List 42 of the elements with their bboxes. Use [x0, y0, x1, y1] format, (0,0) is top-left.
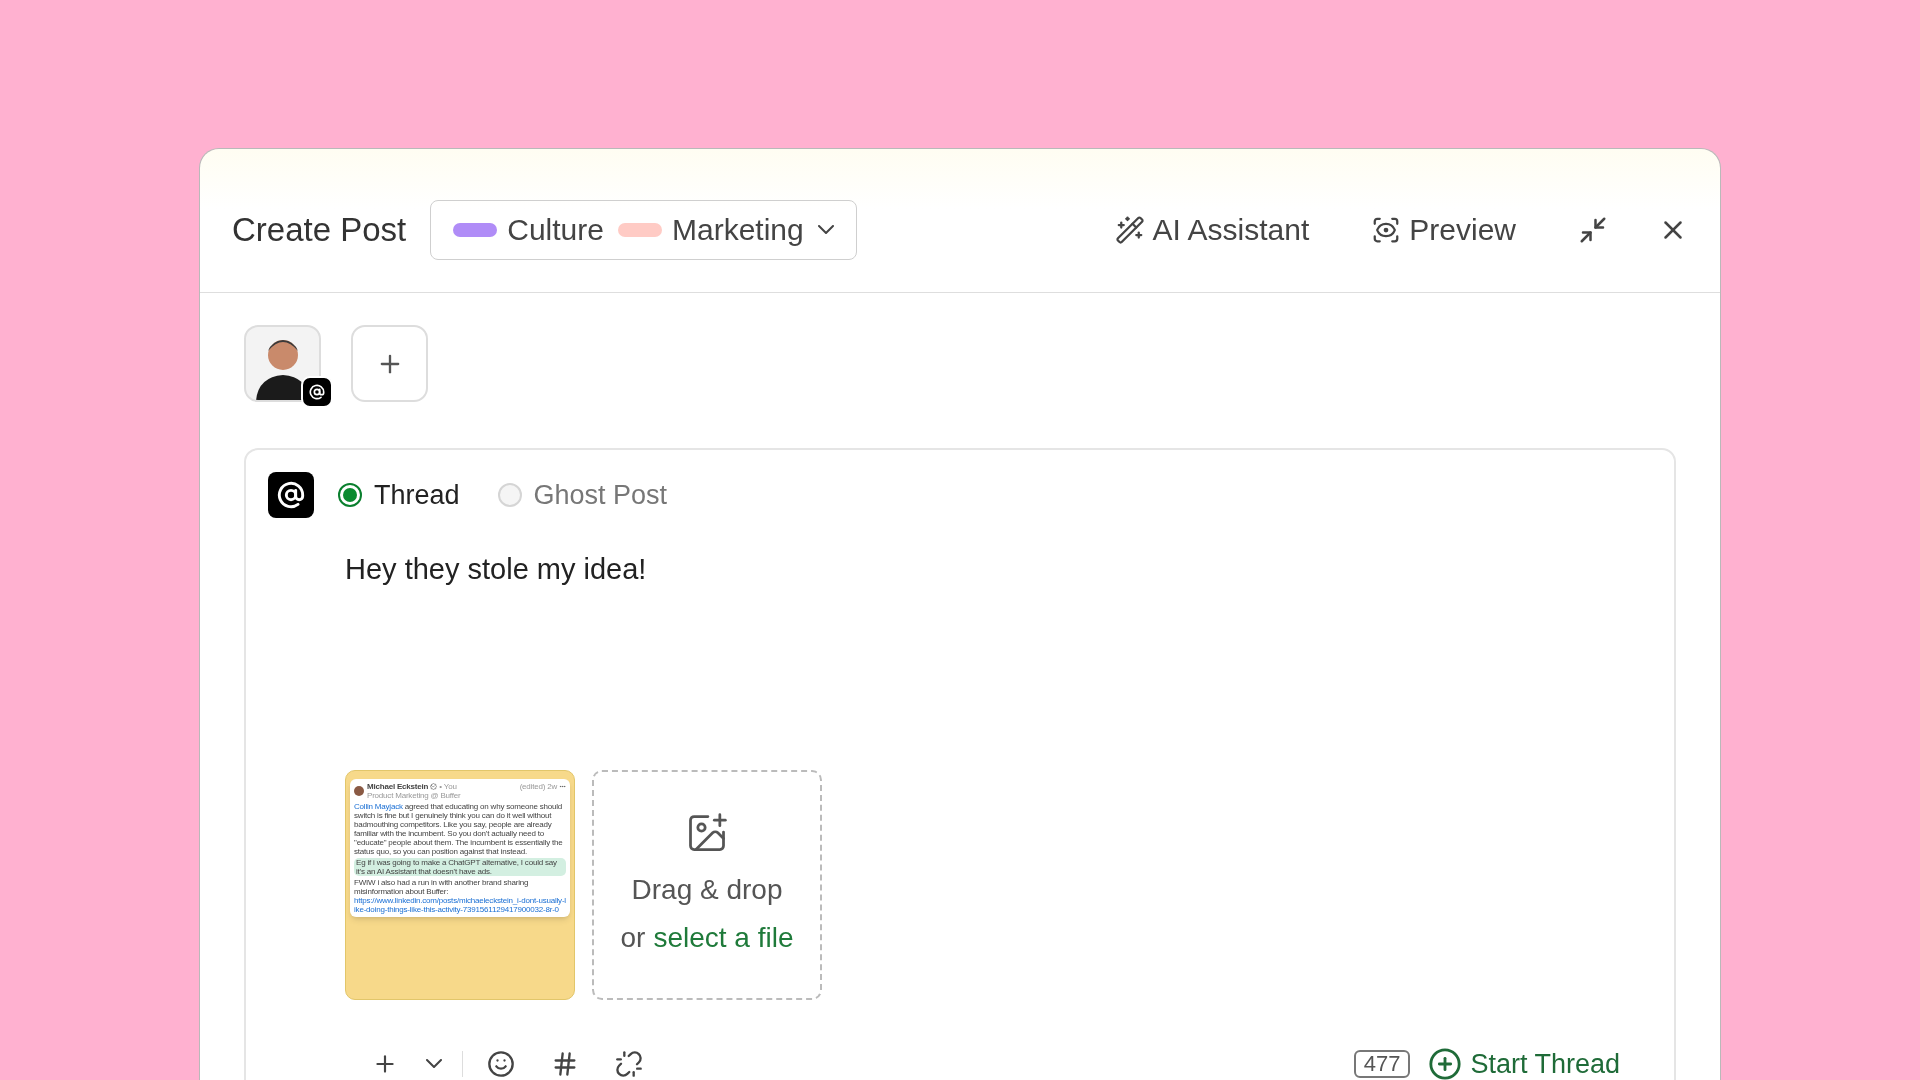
- drop-title: Drag & drop: [631, 872, 783, 907]
- author-you-label: • You: [439, 781, 457, 791]
- collapse-arrows-icon: [1578, 214, 1608, 245]
- radio-button[interactable]: [338, 483, 362, 507]
- verified-icon: [430, 782, 438, 790]
- unlink-button[interactable]: [615, 1049, 643, 1078]
- file-drop-zone[interactable]: Drag & drop or select a file: [592, 769, 822, 1000]
- chevron-down-icon: [426, 1059, 442, 1069]
- author-subtitle: Product Marketing @ Buffer: [367, 790, 462, 800]
- tag-label: Marketing: [671, 212, 804, 248]
- collapse-button[interactable]: [1578, 214, 1608, 245]
- magic-wand-icon: [1114, 214, 1145, 245]
- radio-label: Thread: [374, 478, 460, 512]
- attachment-thumbnail[interactable]: [345, 769, 575, 1000]
- header-action-button[interactable]: AI Assistant: [1114, 207, 1310, 252]
- post-url-link[interactable]: https://www.linkedin.com/posts/michaeleckstein_i-dont-usually-like-doing-things-like-this-activity-7391561129417900032-8r-0: [354, 895, 566, 914]
- plus-circle-icon: [1428, 1046, 1463, 1080]
- select-file-link[interactable]: select a file: [653, 916, 794, 959]
- network-badge-icon: [301, 376, 333, 408]
- start-thread-button[interactable]: Start Thread: [1428, 1043, 1620, 1080]
- mention-link[interactable]: Collin Mayjack: [354, 801, 403, 811]
- character-count: 477: [1353, 1049, 1411, 1078]
- post-paragraph: FWIW i also had a run in with another brand sharing misinformation about Buffer:: [354, 877, 530, 896]
- drop-prefix: or: [620, 920, 646, 955]
- broken-link-icon: [615, 1049, 643, 1078]
- smiley-icon: [487, 1049, 515, 1078]
- post-text[interactable]: Hey they stole my idea!: [345, 548, 1652, 592]
- highlighted-paragraph: Eg if i was going to make a ChatGPT alternative, I could say it's an AI Assistant that doesn't have ads.: [354, 857, 566, 876]
- tag-label: Culture: [507, 212, 604, 248]
- chevron-down-icon: [817, 225, 834, 234]
- author-name: Michael Eckstein: [367, 781, 429, 791]
- post-paragraph: Collin Mayjack agreed that educating on why someone should switch is fine but I genuinely think you can do it well without badmouthing competitors. Like you say, people are already familiar with the incumbent. So you don't actually need to "educate" people about them. The incumbent is essentially the status quo, so you can position against that instead.: [354, 801, 564, 856]
- header-action-button[interactable]: Preview: [1371, 207, 1516, 252]
- account-avatar[interactable]: [244, 325, 321, 402]
- radio-label: Ghost Post: [533, 478, 668, 512]
- author-avatar-icon: [354, 785, 364, 796]
- post-time: (edited) 2w: [519, 781, 557, 791]
- more-dropdown-button[interactable]: [426, 1059, 442, 1069]
- dialog-title: Create Post: [232, 209, 407, 250]
- spiral-logo-icon: [268, 472, 314, 518]
- emoji-button[interactable]: [487, 1049, 515, 1078]
- tag-dropdown[interactable]: Culture Marketing: [430, 199, 857, 260]
